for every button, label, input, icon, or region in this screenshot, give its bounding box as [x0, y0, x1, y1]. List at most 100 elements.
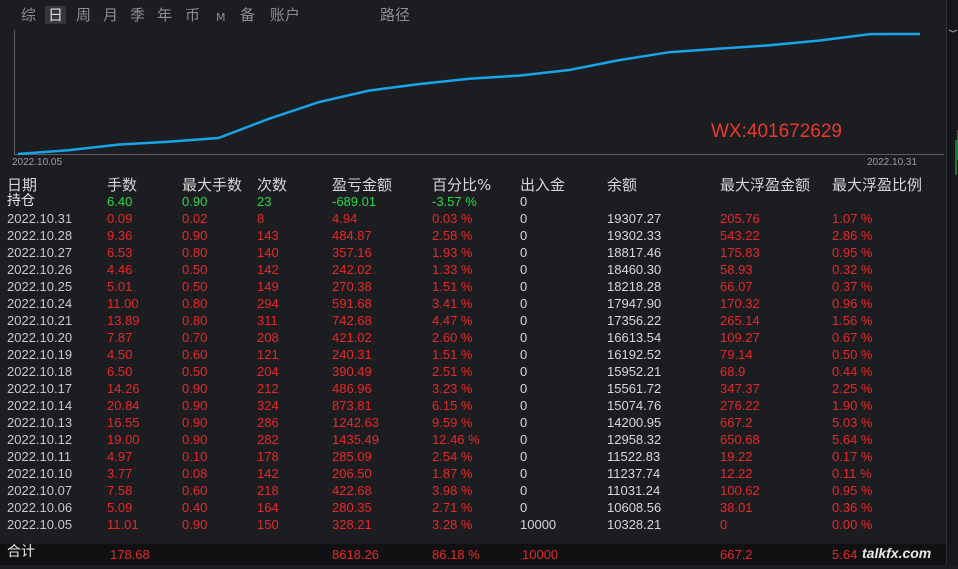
table-row[interactable]: 2022.10.07 7.58 0.60 218 422.68 3.98 % 0 11031.…: [0, 482, 946, 499]
tab-currency[interactable]: 币: [185, 6, 200, 24]
cell-balance: 18460.30: [607, 262, 662, 277]
table-row[interactable]: 2022.10.10 3.77 0.08 142 206.50 1.87 % 0 11237.…: [0, 465, 946, 482]
cell-max-float: 543.22: [720, 228, 760, 243]
cell-count: 142: [257, 466, 279, 481]
cell-max-lots: 0.10: [182, 449, 208, 464]
cell-max-lots: 0.90: [182, 228, 208, 243]
header-balance[interactable]: 余额: [607, 174, 637, 195]
cell-percent: 1.87 %: [432, 466, 473, 481]
cell-pnl: 591.68: [332, 296, 372, 311]
tab-month[interactable]: 月: [103, 6, 118, 24]
right-scroll-strip[interactable]: [946, 0, 958, 565]
table-row[interactable]: 2022.10.27 6.53 0.80 140 357.16 1.93 % 0 18817.…: [0, 244, 946, 261]
tab-day[interactable]: 日: [45, 6, 67, 24]
cell-max-lots: 0.40: [182, 500, 208, 515]
header-in-out[interactable]: 出入金: [520, 174, 565, 195]
cell-balance: 12958.32: [607, 432, 662, 447]
table-row[interactable]: 2022.10.25 5.01 0.50 149 270.38 1.51 % 0 18218.…: [0, 278, 946, 295]
cell-percent: 2.71 %: [432, 500, 473, 515]
tab-path[interactable]: 路径: [380, 6, 410, 24]
tab-notes[interactable]: 备: [240, 6, 255, 24]
tab-year[interactable]: 年: [157, 6, 172, 24]
cell-pnl: 1435.49: [332, 432, 379, 447]
cell-max-float: 265.14: [720, 313, 760, 328]
table-row[interactable]: 2022.10.24 11.00 0.80 294 591.68 3.41 % 0 17947…: [0, 295, 946, 312]
cell-max-lots: 0.02: [182, 211, 208, 226]
tab-week[interactable]: 周: [76, 6, 91, 24]
table-row[interactable]: 2022.10.31 0.09 0.02 8 4.94 0.03 % 0 19307.27 20…: [0, 210, 946, 227]
chart-end-date: 2022.10.31: [867, 157, 918, 168]
table-row[interactable]: 2022.10.12 19.00 0.90 282 1435.49 12.46 % 0 129…: [0, 431, 946, 448]
header-max-float-pct[interactable]: 最大浮盈比例: [832, 174, 922, 195]
cell-percent: 6.15 %: [432, 398, 473, 413]
header-max-lots[interactable]: 最大手数: [182, 174, 242, 195]
header-date[interactable]: 日期: [7, 174, 37, 195]
total-percent: 86.18 %: [432, 547, 480, 562]
cell-date: 2022.10.20: [7, 330, 73, 345]
table-row[interactable]: 2022.10.21 13.89 0.80 311 742.68 4.47 % 0 17356…: [0, 312, 946, 329]
table-row[interactable]: 2022.10.20 7.87 0.70 208 421.02 2.60 % 0 16613.…: [0, 329, 946, 346]
cell-pnl: 742.68: [332, 313, 372, 328]
cell-max-float-pct: 5.64 %: [832, 432, 873, 447]
cell-max-float: 38.01: [720, 500, 753, 515]
cell-lots: 6.50: [107, 364, 133, 379]
table-row[interactable]: 2022.10.26 4.46 0.50 142 242.02 1.33 % 0 18460.…: [0, 261, 946, 278]
header-max-float[interactable]: 最大浮盈金额: [720, 174, 810, 195]
cell-in-out: 0: [520, 228, 528, 243]
cell-max-float-pct: 1.90 %: [832, 398, 873, 413]
cell-lots: 11.00: [107, 296, 139, 311]
table-row[interactable]: 2022.10.13 16.55 0.90 286 1242.63 9.59 % 0 1420…: [0, 414, 946, 431]
cell-date: 2022.10.27: [7, 245, 73, 260]
table-row[interactable]: 2022.10.18 6.50 0.50 204 390.49 2.51 % 0 15952.…: [0, 363, 946, 380]
cell-date: 2022.10.12: [7, 432, 73, 447]
cell-count: 150: [257, 517, 279, 532]
daily-table: 持仓 6.40 0.90 23 -689.01 -3.57 % 0 2022.1…: [0, 193, 946, 533]
cell-percent: 3.23 %: [432, 381, 473, 396]
cell-max-float: 205.76: [720, 211, 760, 226]
table-row[interactable]: 2022.10.11 4.97 0.10 178 285.09 2.54 % 0 11522.…: [0, 448, 946, 465]
table-row[interactable]: 2022.10.17 14.26 0.90 212 486.96 3.23 % 0 15561…: [0, 380, 946, 397]
table-row[interactable]: 2022.10.06 5.09 0.40 164 280.35 2.71 % 0 10608.…: [0, 499, 946, 516]
cell-date: 2022.10.26: [7, 262, 73, 277]
cell-max-float-pct: 1.56 %: [832, 313, 873, 328]
table-row[interactable]: 2022.10.05 11.01 0.90 150 328.21 3.28 % 10000 1…: [0, 516, 946, 533]
cell-lots: 9.36: [107, 228, 133, 243]
position-row[interactable]: 持仓 6.40 0.90 23 -689.01 -3.57 % 0: [0, 193, 946, 210]
header-pnl[interactable]: 盈亏金额: [332, 174, 392, 195]
cell-percent: 1.93 %: [432, 245, 473, 260]
cell-in-out: 0: [520, 466, 528, 481]
cell-pnl: 422.68: [332, 483, 372, 498]
header-lots[interactable]: 手数: [107, 174, 137, 195]
cell-count: 208: [257, 330, 279, 345]
cell-pnl: 242.02: [332, 262, 372, 277]
tab-m[interactable]: M: [216, 9, 226, 27]
cell-in-out: 0: [520, 347, 528, 362]
cell-in-out: 0: [520, 262, 528, 277]
table-row[interactable]: 2022.10.19 4.50 0.60 121 240.31 1.51 % 0 16192.…: [0, 346, 946, 363]
cell-pnl: 421.02: [332, 330, 372, 345]
header-count[interactable]: 次数: [257, 174, 287, 195]
tab-quarter[interactable]: 季: [130, 6, 145, 24]
tab-summary[interactable]: 综: [21, 6, 36, 24]
cell-lots: 11.01: [107, 517, 139, 532]
cell-count: 164: [257, 500, 279, 515]
cell-pnl: 357.16: [332, 245, 372, 260]
cell-max-float-pct: 0.17 %: [832, 449, 873, 464]
header-percent[interactable]: 百分比%: [432, 174, 491, 195]
cell-date: 2022.10.11: [7, 449, 72, 464]
total-row[interactable]: 合计 178.68 8618.26 86.18 % 10000 667.2 5.…: [0, 544, 946, 565]
cell-max-float: 19.22: [720, 449, 753, 464]
cell-pnl: 1242.63: [332, 415, 379, 430]
cell-lots: 4.46: [107, 262, 133, 277]
total-in-out: 10000: [522, 547, 559, 562]
cell-lots: 5.09: [107, 500, 133, 515]
table-row[interactable]: 2022.10.28 9.36 0.90 143 484.87 2.58 % 0 19302.…: [0, 227, 946, 244]
cell-max-lots: 0.90: [182, 432, 208, 447]
cell-lots: 4.97: [107, 449, 133, 464]
cell-max-float-pct: 0.32 %: [832, 262, 873, 277]
table-row[interactable]: 2022.10.14 20.84 0.90 324 873.81 6.15 % 0 15074…: [0, 397, 946, 414]
cell-count: 8: [257, 211, 265, 226]
position-count: 23: [257, 194, 272, 209]
cell-count: 142: [257, 262, 279, 277]
tab-account[interactable]: 账户: [270, 6, 300, 24]
